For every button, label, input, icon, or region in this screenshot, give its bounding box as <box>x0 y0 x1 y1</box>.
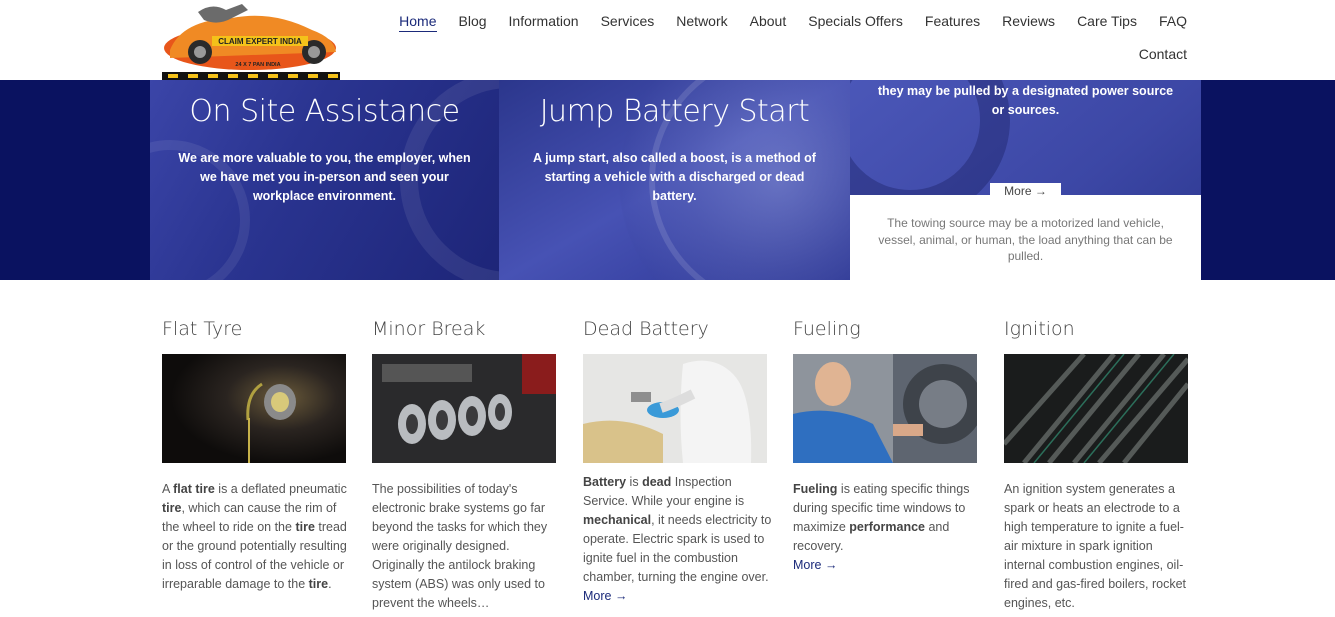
hero-panel-onsite-assistance: On Site Assistance We are more valuable … <box>150 80 499 280</box>
nav-link-information[interactable]: Information <box>509 11 579 32</box>
service-description: Battery is dead Inspection Service. Whil… <box>583 475 772 603</box>
nav-link-about[interactable]: About <box>750 11 787 32</box>
engine-image <box>372 354 556 463</box>
service-title: Minor Break <box>372 318 486 340</box>
spray-painter-image <box>583 354 767 463</box>
service-ignition: Ignition An ignition system generates a … <box>1004 318 1188 610</box>
hero-title: Jump Battery Start <box>539 94 810 129</box>
more-button[interactable]: More → <box>990 183 1061 199</box>
service-description: The possibilities of today's electronic … <box>372 482 548 610</box>
site-logo[interactable]: CLAIM EXPERT INDIA 24 X 7 PAN INDIA <box>162 0 340 80</box>
service-description: An ignition system generates a spark or … <box>1004 482 1187 610</box>
service-title: Dead Battery <box>583 318 709 340</box>
hero-panel-jump-battery: Jump Battery Start A jump start, also ca… <box>499 80 850 280</box>
hero-panel-towing: they may be pulled by a designated power… <box>850 80 1201 280</box>
more-link[interactable]: More → <box>793 558 837 572</box>
svg-text:CLAIM EXPERT INDIA: CLAIM EXPERT INDIA <box>218 37 302 46</box>
service-minor-break: Minor Break The possibilities of today's… <box>372 318 556 610</box>
nav-link-reviews[interactable]: Reviews <box>1002 11 1055 32</box>
nav-link-care-tips[interactable]: Care Tips <box>1077 11 1137 32</box>
nav-link-contact[interactable]: Contact <box>1139 44 1187 64</box>
nav-link-services[interactable]: Services <box>601 11 655 32</box>
nav-link-home[interactable]: Home <box>399 11 437 32</box>
nav-link-features[interactable]: Features <box>925 11 980 32</box>
mechanic-image <box>793 354 977 463</box>
hero-band: On Site Assistance We are more valuable … <box>0 80 1335 280</box>
nav-link-faq[interactable]: FAQ <box>1159 11 1187 32</box>
service-title: Fueling <box>793 318 861 340</box>
service-flat-tyre: Flat Tyre A flat tire is a deflated pneu… <box>162 318 347 591</box>
tyre-tread-image <box>1004 354 1188 463</box>
nav-link-blog[interactable]: Blog <box>459 11 487 32</box>
nav-link-specials-offers[interactable]: Specials Offers <box>808 11 903 32</box>
service-description: A flat tire is a deflated pneumatic tire… <box>162 482 347 591</box>
service-dead-battery: Dead Battery Battery is dead Inspection … <box>583 318 771 603</box>
service-description: Fueling is eating specific things during… <box>793 482 970 572</box>
logo-graphic: CLAIM EXPERT INDIA 24 X 7 PAN INDIA <box>162 4 340 80</box>
hero-text: We are more valuable to you, the employe… <box>178 151 471 203</box>
svg-text:24 X 7 PAN INDIA: 24 X 7 PAN INDIA <box>235 62 280 68</box>
more-link[interactable]: More → <box>583 589 627 603</box>
service-title: Flat Tyre <box>162 318 243 340</box>
oil-pour-image <box>162 354 346 463</box>
hero-info-box: The towing source may be a motorized lan… <box>850 195 1201 280</box>
site-header: CLAIM EXPERT INDIA 24 X 7 PAN INDIA Home… <box>0 0 1335 80</box>
service-title: Ignition <box>1004 318 1075 340</box>
hero-title: On Site Assistance <box>189 94 460 129</box>
service-fueling: Fueling Fueling is eating specific thing… <box>793 318 977 572</box>
hero-text: they may be pulled by a designated power… <box>877 84 1174 117</box>
nav-link-network[interactable]: Network <box>676 11 727 32</box>
hero-text: A jump start, also called a boost, is a … <box>533 151 816 203</box>
